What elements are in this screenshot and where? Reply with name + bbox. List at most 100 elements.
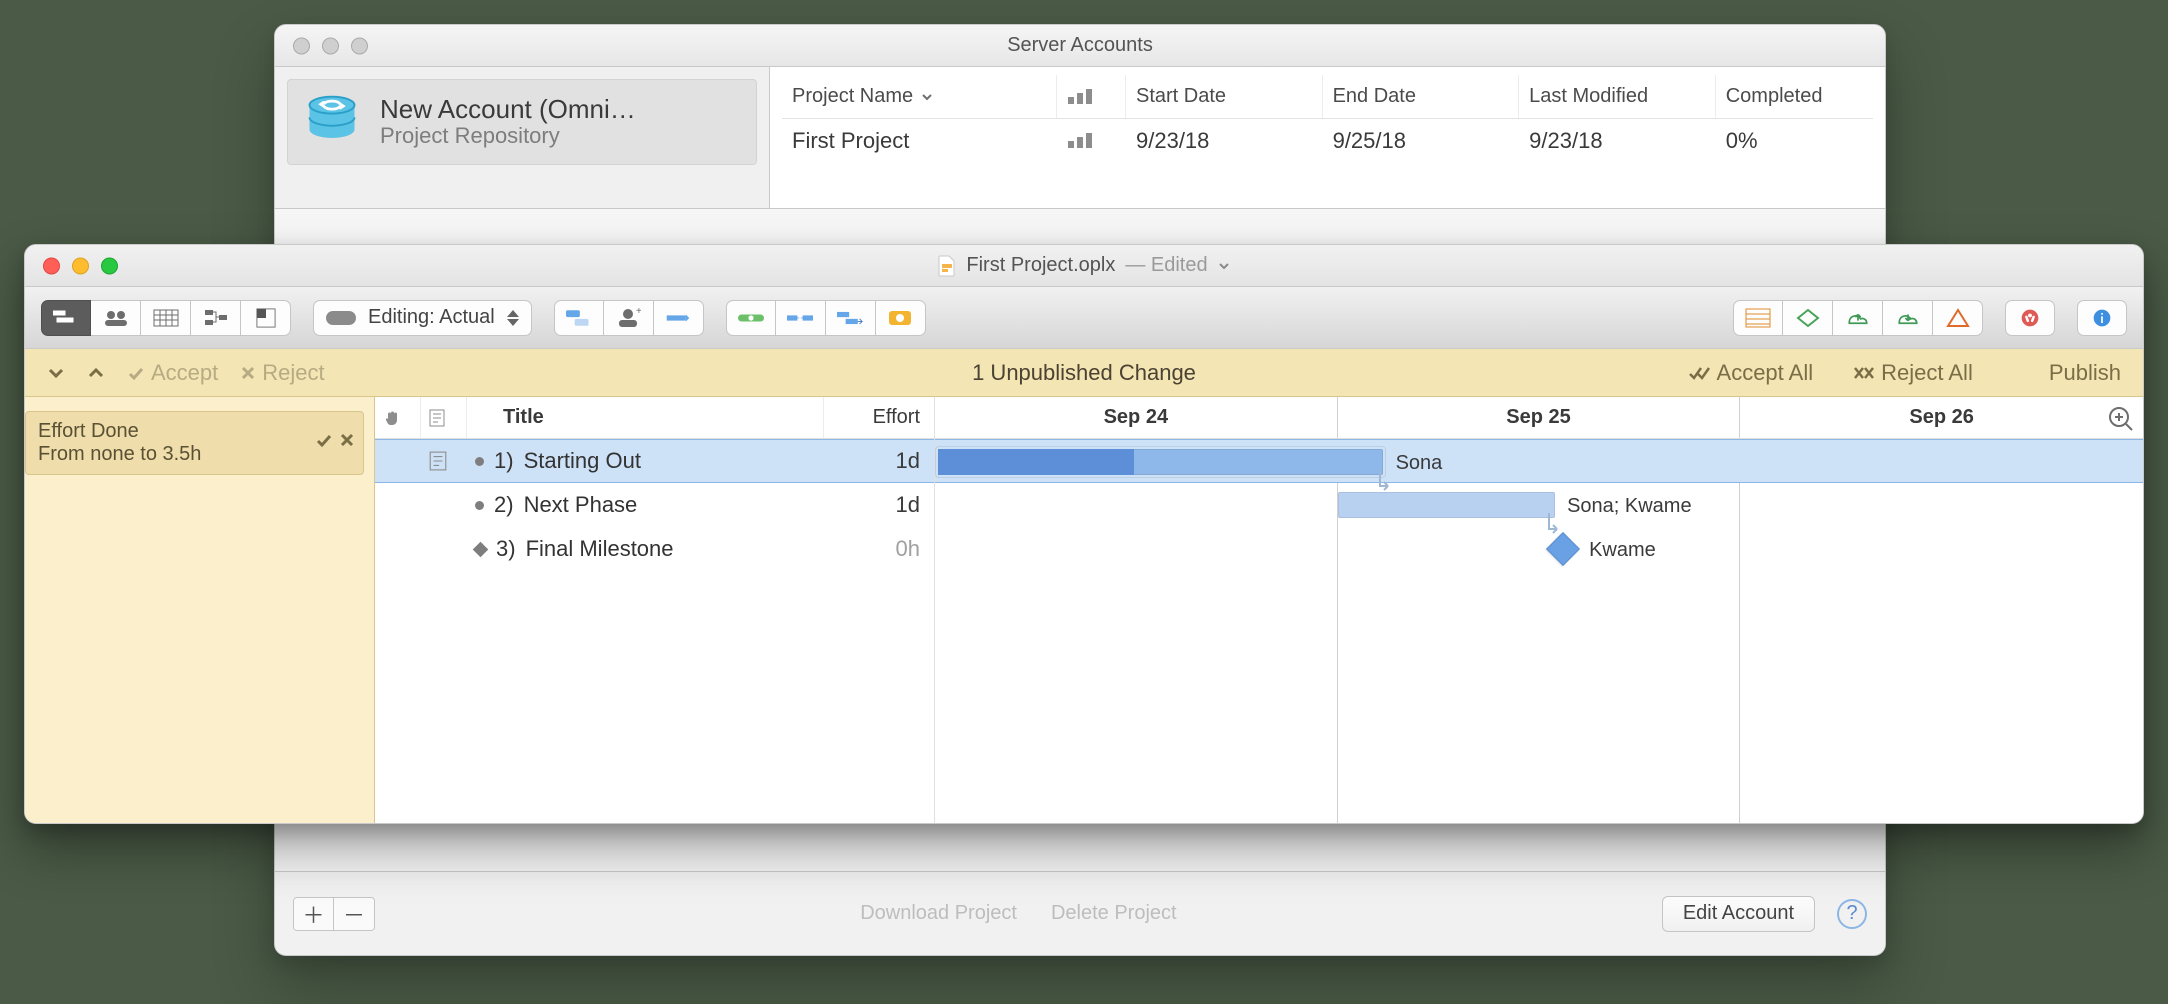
back-titlebar[interactable]: Server Accounts [275,25,1885,67]
accept-all-label: Accept All [1717,360,1814,386]
add-milestone-button[interactable] [654,300,704,336]
row-effort: 0h [824,536,934,562]
zoom-in-button[interactable] [2107,405,2135,433]
cell-end-date: 9/25/18 [1323,128,1520,154]
chip-reject-icon[interactable] [339,431,355,455]
col-project-name-label: Project Name [792,85,913,108]
col-end-date-label: End Date [1333,85,1416,108]
catch-up-button[interactable] [876,300,926,336]
min-dot[interactable] [322,37,339,54]
reject-change-button[interactable]: Reject [234,356,330,390]
view-resources-button[interactable] [91,300,141,336]
change-bar: Accept Reject 1 Unpublished Change Accep… [25,349,2143,397]
projects-table-header[interactable]: Project Name Start Date End Date Last Mo… [782,75,1873,119]
front-toolbar: Editing: Actual + [25,287,2143,349]
accept-label: Accept [151,360,218,386]
col-effort[interactable]: Effort [824,397,934,438]
view-gantt-button[interactable] [41,300,91,336]
col-end-date[interactable]: End Date [1323,75,1520,118]
row-number: 2) [494,492,514,518]
document-filename: First Project.oplx [966,254,1115,277]
svg-text:+: + [636,308,641,317]
chip-accept-icon[interactable] [315,431,333,455]
double-check-icon [1689,365,1711,381]
cell-completed: 0% [1716,128,1873,154]
front-titlebar[interactable]: First Project.oplx — Edited [25,245,2143,287]
violations-button[interactable] [1933,300,1983,336]
bar-icon [326,311,356,325]
chevron-up-icon [87,364,105,382]
x-icon [240,365,256,381]
outline-row[interactable]: 2) Next Phase 1d [375,483,934,527]
inspector-button[interactable] [2077,300,2127,336]
bullet-icon [475,457,484,466]
publish-down-button[interactable] [1883,300,1933,336]
gantt-body[interactable]: Sona Sona; Kwame Kwame [935,439,2143,823]
accept-change-button[interactable]: Accept [121,356,224,390]
level-button[interactable] [726,300,776,336]
gantt-milestone[interactable] [1546,532,1580,566]
col-status-icon[interactable] [1057,75,1126,118]
col-note[interactable] [421,397,467,438]
front-traffic-lights [43,257,118,274]
gantt-bar-wrapper[interactable] [935,446,1386,478]
add-task-button[interactable] [554,300,604,336]
zoom-dot[interactable] [351,37,368,54]
gantt-bar[interactable] [1338,492,1555,518]
zoom-button[interactable] [101,257,118,274]
table-row[interactable]: First Project 9/23/18 9/25/18 9/23/18 0% [782,119,1873,163]
reschedule-button[interactable] [826,300,876,336]
gantt-day: Sep 26 [1740,397,2143,438]
gantt-row[interactable]: Sona; Kwame [935,483,2143,527]
row-title: Starting Out [524,448,641,474]
edit-account-button[interactable]: Edit Account [1662,896,1815,932]
reports-button[interactable] [1733,300,1783,336]
publish-button[interactable]: Publish [2043,356,2127,390]
prev-change-button[interactable] [41,360,71,386]
account-card[interactable]: New Account (Omni… Project Repository [287,79,757,165]
col-start-date[interactable]: Start Date [1126,75,1323,118]
chevron-down-icon [921,91,933,103]
next-change-button[interactable] [81,360,111,386]
outline-view: Title Effort 1) Starting Out 1d [375,397,935,823]
col-completed[interactable]: Completed [1716,75,1873,118]
add-account-button[interactable]: ＋ [294,898,334,930]
gantt-day: Sep 25 [1338,397,1741,438]
split-task-button[interactable] [776,300,826,336]
project-window: First Project.oplx — Edited [24,244,2144,824]
bullet-icon [475,501,484,510]
col-title[interactable]: Title [467,397,824,438]
minimize-button[interactable] [72,257,89,274]
close-dot[interactable] [293,37,310,54]
view-calendar-button[interactable] [141,300,191,336]
accept-all-button[interactable]: Accept All [1683,356,1820,390]
gantt-row[interactable]: Sona [935,439,2143,483]
add-resource-button[interactable]: + [604,300,654,336]
publish-up-button[interactable] [1833,300,1883,336]
outline-row[interactable]: 3) Final Milestone 0h [375,527,934,571]
delete-project-label: Delete Project [1051,902,1177,925]
baselines-button[interactable] [1783,300,1833,336]
close-button[interactable] [43,257,60,274]
database-icon [302,92,362,152]
editing-mode-popup[interactable]: Editing: Actual [313,300,532,336]
col-project-name[interactable]: Project Name [782,75,1057,118]
note-icon[interactable] [421,451,467,471]
view-network-button[interactable] [191,300,241,336]
remove-account-button[interactable]: － [334,898,374,930]
stop-button[interactable] [2005,300,2055,336]
col-last-modified-label: Last Modified [1529,85,1648,108]
help-button[interactable]: ? [1837,899,1867,929]
row-number: 1) [494,448,514,474]
gantt-assignment: Sona; Kwame [1567,495,1692,518]
gantt-row[interactable]: Kwame [935,527,2143,571]
add-remove-account: ＋ － [293,897,375,931]
view-styles-button[interactable] [241,300,291,336]
outline-row[interactable]: 1) Starting Out 1d [375,439,934,483]
col-grab[interactable] [375,397,421,438]
tools-segment [726,300,926,336]
col-last-modified[interactable]: Last Modified [1519,75,1716,118]
document-title[interactable]: First Project.oplx — Edited [938,254,1229,277]
change-chip[interactable]: Effort Done From none to 3.5h [25,411,364,475]
reject-all-button[interactable]: Reject All [1847,356,1979,390]
